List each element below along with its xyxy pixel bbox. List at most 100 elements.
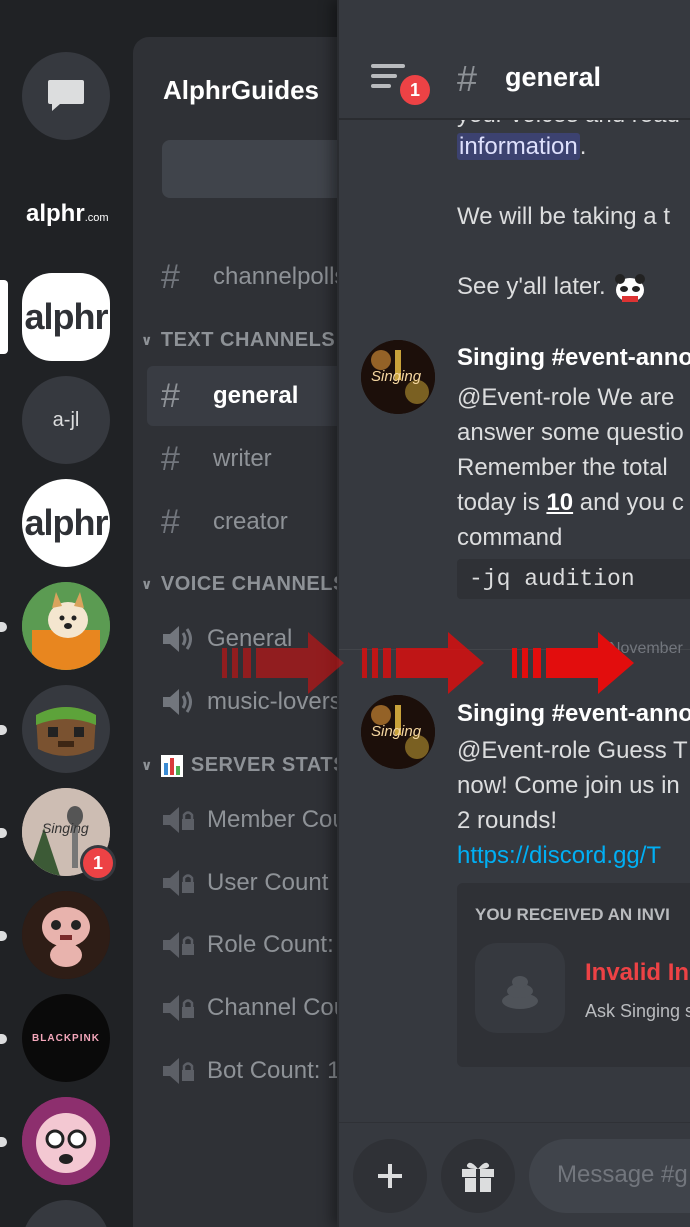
dog-avatar-icon [22, 582, 110, 670]
chat-header: 1 # general [339, 0, 690, 120]
arrow-icon [362, 632, 484, 694]
author-avatar[interactable]: Singing [361, 695, 435, 769]
invite-link[interactable]: https://discord.gg/T [457, 838, 661, 873]
locked-speaker-icon [163, 995, 194, 1021]
message-author[interactable]: Singing #event-anno [457, 344, 690, 372]
bold-number: 10 [546, 489, 574, 516]
message-author[interactable]: Singing #event-anno [457, 700, 690, 728]
message-line: today is 10 and you c [457, 485, 684, 520]
category-label: VOICE CHANNELS [160, 573, 347, 595]
message-text: information. [457, 129, 586, 164]
invite-card: YOU RECEIVED AN INVI Invalid In Ask Sing… [457, 883, 690, 1067]
locked-speaker-icon [163, 1058, 194, 1084]
unread-dot [0, 931, 7, 941]
hash-icon: # [457, 58, 478, 99]
locked-speaker-icon [163, 932, 194, 958]
message-line: command [457, 524, 563, 551]
channel-name: Role Count: [207, 931, 334, 958]
server-alphr-label: alphr [24, 296, 108, 337]
hash-icon: # [161, 376, 180, 415]
speaker-icon [163, 626, 192, 652]
message-line: @Event-role Guess T [457, 737, 688, 764]
message-input[interactable]: Message #g [529, 1139, 690, 1213]
message-fragment: today is [457, 489, 547, 516]
message-line: now! Come join us in [457, 772, 680, 799]
plus-icon [378, 1164, 402, 1188]
chevron-down-icon: ∨ [141, 757, 153, 773]
direct-messages-button[interactable] [22, 52, 110, 140]
hash-icon: # [161, 502, 180, 541]
server-partial[interactable] [22, 1200, 110, 1227]
server-alphr[interactable]: alphr [22, 273, 110, 361]
server-minecraft[interactable] [22, 685, 110, 773]
add-attachment-button[interactable] [353, 1139, 427, 1213]
arrow-icon [512, 632, 634, 694]
unread-badge: 1 [397, 72, 433, 108]
message-line: See y'all later. [457, 273, 606, 300]
message-composer: Message #g [339, 1122, 690, 1227]
message-text: We will be taking a t [457, 203, 670, 230]
bar-chart-icon [160, 754, 183, 777]
channel-name: writer [213, 445, 272, 472]
channel-title: general [505, 62, 602, 92]
avatar-label: Singing [371, 723, 422, 740]
channel-name: general [213, 382, 299, 409]
category-text-channels[interactable]: ∨ TEXT CHANNELS [141, 329, 335, 352]
crying-face-icon [22, 1097, 110, 1185]
alphr-logo-small: alphr.com [26, 200, 109, 228]
channel-name: User Count [207, 869, 329, 896]
swipe-arrows-overlay [222, 632, 634, 694]
server-rail: alphr.com alphr a-jl alphr Singing 1 BLA… [0, 0, 133, 1227]
message-line: Remember the total [457, 454, 668, 481]
channel-name: Bot Count: 1 [207, 1057, 341, 1084]
server-isaac[interactable] [22, 891, 110, 979]
selected-server-pill [0, 280, 8, 354]
message-text: See y'all later. [457, 269, 648, 304]
message-placeholder: Message #g [557, 1161, 688, 1188]
gift-icon [462, 1162, 494, 1192]
logo-text: alphr [26, 200, 85, 227]
message-fragment: and you c [573, 489, 684, 516]
gift-button[interactable] [441, 1139, 515, 1213]
channel-name: channelpolls [213, 263, 347, 290]
panda-emoji-icon [615, 273, 646, 302]
message-line: @Event-role We are [457, 384, 675, 411]
invite-card-title: YOU RECEIVED AN INVI [475, 905, 670, 924]
chevron-down-icon: ∨ [141, 332, 153, 348]
chat-bubble-icon [48, 80, 84, 111]
server-isaac-pink[interactable] [22, 1097, 110, 1185]
hash-icon: # [161, 257, 180, 296]
category-label: SERVER STATS [190, 754, 347, 776]
server-singing-label: Singing [42, 820, 89, 836]
invite-server-icon [475, 943, 565, 1033]
arrow-icon [222, 632, 344, 694]
guild-name[interactable]: AlphrGuides [163, 75, 319, 106]
information-mention[interactable]: information [457, 133, 580, 160]
chat-panel: 1 # general your voices and read informa… [337, 0, 690, 1227]
server-a-jl[interactable]: a-jl [22, 376, 110, 464]
chevron-down-icon: ∨ [141, 576, 153, 592]
server-alphr-2[interactable]: alphr [22, 479, 110, 567]
author-avatar[interactable]: Singing [361, 340, 435, 414]
locked-speaker-icon [163, 807, 194, 833]
category-server-stats[interactable]: ∨ SERVER STATS [141, 754, 347, 777]
server-a-jl-label: a-jl [52, 408, 80, 431]
message-period: . [579, 133, 587, 160]
server-blackpink-label: BLACKPINK [32, 1032, 100, 1044]
unread-dot [0, 1137, 7, 1147]
speaker-icon [163, 689, 192, 715]
server-dog[interactable] [22, 582, 110, 670]
logo-suffix: .com [84, 212, 109, 224]
poop-icon [502, 976, 538, 1009]
avatar-label: Singing [371, 368, 422, 385]
minecraft-discord-icon [36, 707, 96, 756]
app-frame: alphr.com alphr a-jl alphr Singing 1 BLA… [0, 0, 690, 1227]
code-block: -jq audition [457, 559, 690, 599]
unread-dot [0, 828, 7, 838]
unread-dot [0, 725, 7, 735]
message-line: 2 rounds! [457, 807, 558, 834]
unread-dot [0, 622, 7, 632]
category-voice-channels[interactable]: ∨ VOICE CHANNELS [141, 573, 347, 596]
message-line: answer some questio [457, 419, 684, 446]
server-blackpink[interactable]: BLACKPINK [22, 994, 110, 1082]
